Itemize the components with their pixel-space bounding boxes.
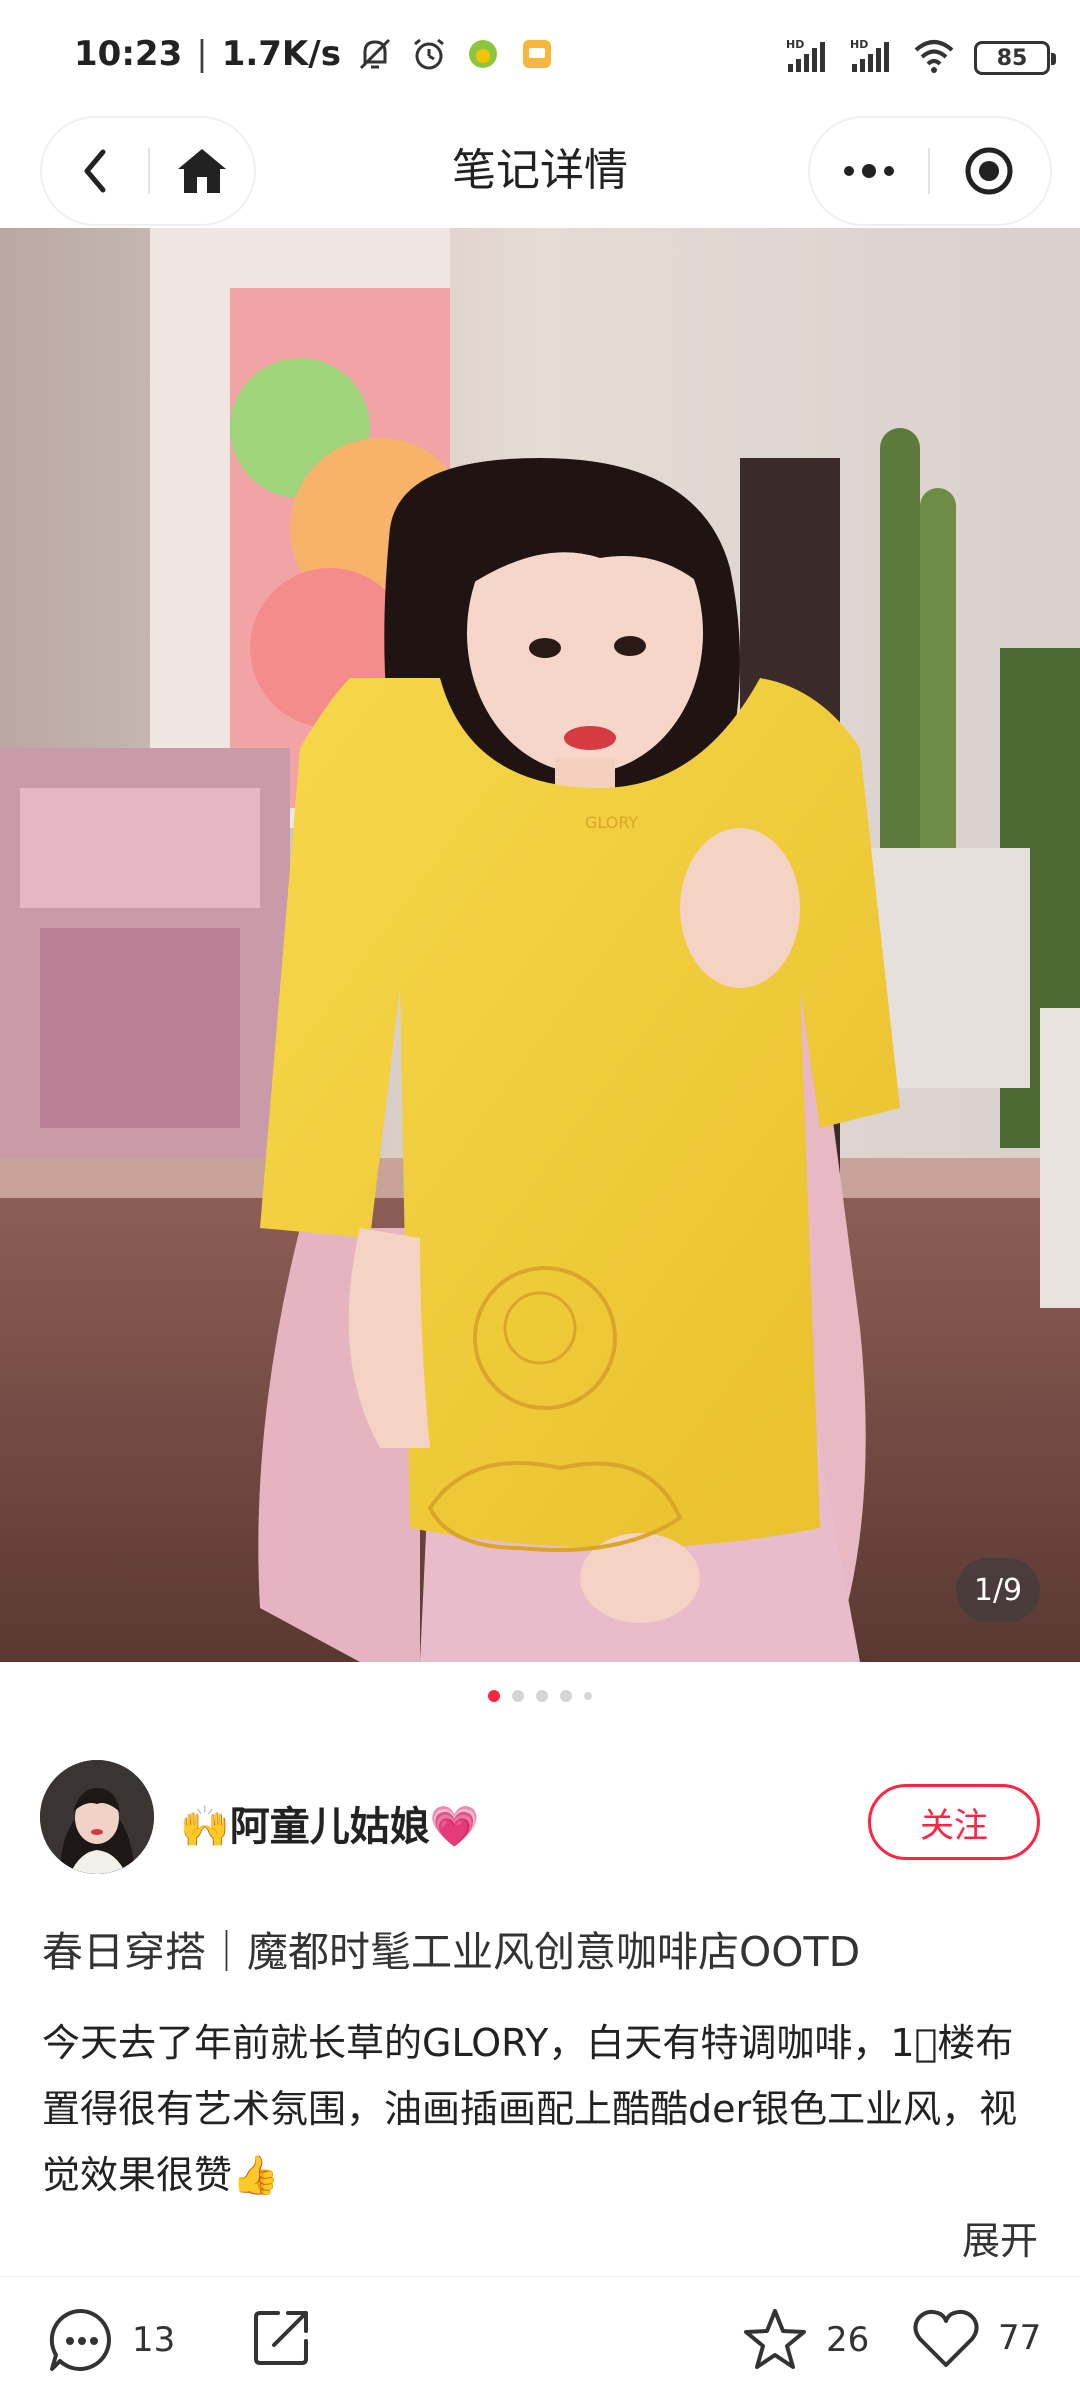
close-miniprogram-button[interactable]: [930, 118, 1048, 224]
carousel-dot: [536, 1690, 548, 1702]
message-notification-icon: [517, 34, 557, 74]
status-time: 10:23: [74, 34, 183, 74]
status-left: 10:23 | 1.7K/s: [74, 34, 557, 74]
status-separator: |: [196, 34, 208, 74]
note-photo[interactable]: GLORY 1/9: [0, 228, 1080, 1662]
star-icon: [744, 2309, 806, 2369]
author-row: 🙌阿童儿姑娘💗 关注: [40, 1760, 1040, 1876]
follow-button[interactable]: 关注: [868, 1784, 1040, 1860]
heart-icon: [913, 2309, 979, 2367]
more-dots-icon: [844, 164, 894, 178]
carousel-dot: [560, 1690, 572, 1702]
mute-bell-icon: [355, 34, 395, 74]
svg-text:GLORY: GLORY: [585, 813, 638, 832]
alarm-clock-icon: [409, 34, 449, 74]
note-photo-illustration: GLORY: [0, 228, 1080, 1662]
app-notification-icon: [463, 34, 503, 74]
share-button[interactable]: [250, 2305, 314, 2369]
svg-text:HD: HD: [786, 38, 804, 51]
signal-hd-icon: HD: [784, 36, 830, 80]
nav-bar: 笔记详情: [0, 110, 1080, 228]
battery-icon: 85: [974, 41, 1056, 75]
more-button[interactable]: [810, 118, 928, 224]
comment-button[interactable]: 13: [46, 2305, 175, 2375]
expand-button[interactable]: 展开: [962, 2210, 1038, 2265]
note-body: 今天去了年前就长草的GLORY，白天有特调咖啡，1⃣楼布置得很有艺术氛围，油画插…: [42, 2021, 1018, 2197]
author-name[interactable]: 🙌阿童儿姑娘💗: [180, 1794, 480, 1852]
carousel-dot: [488, 1690, 500, 1702]
star-button[interactable]: 26: [740, 2305, 869, 2375]
avatar[interactable]: [40, 1760, 154, 1874]
status-right: HD HD 85: [784, 36, 1056, 80]
status-bar: 10:23 | 1.7K/s HD HD 85: [0, 0, 1080, 110]
carousel-dot: [584, 1692, 592, 1700]
battery-level: 85: [996, 45, 1028, 71]
like-count: 77: [998, 2318, 1042, 2358]
comment-count: 13: [132, 2320, 176, 2360]
target-circle-icon: [965, 147, 1013, 195]
signal-hd-2-icon: HD: [848, 36, 894, 80]
star-count: 26: [826, 2320, 870, 2360]
share-arrow-icon: [254, 2311, 308, 2365]
photo-page-counter: 1/9: [956, 1558, 1040, 1622]
carousel-dot: [512, 1690, 524, 1702]
carousel-dots: [0, 1690, 1080, 1702]
nav-right-capsule: [810, 118, 1050, 224]
like-button[interactable]: 77: [910, 2305, 1041, 2371]
svg-text:HD: HD: [850, 38, 868, 51]
bottom-action-bar: 13 26 77: [0, 2276, 1080, 2400]
network-speed: 1.7K/s: [221, 34, 341, 74]
comment-bubble-icon: [49, 2308, 111, 2371]
note-title: 春日穿搭｜魔都时髦工业风创意咖啡店OOTD: [42, 1928, 861, 1976]
wifi-icon: [912, 36, 956, 80]
